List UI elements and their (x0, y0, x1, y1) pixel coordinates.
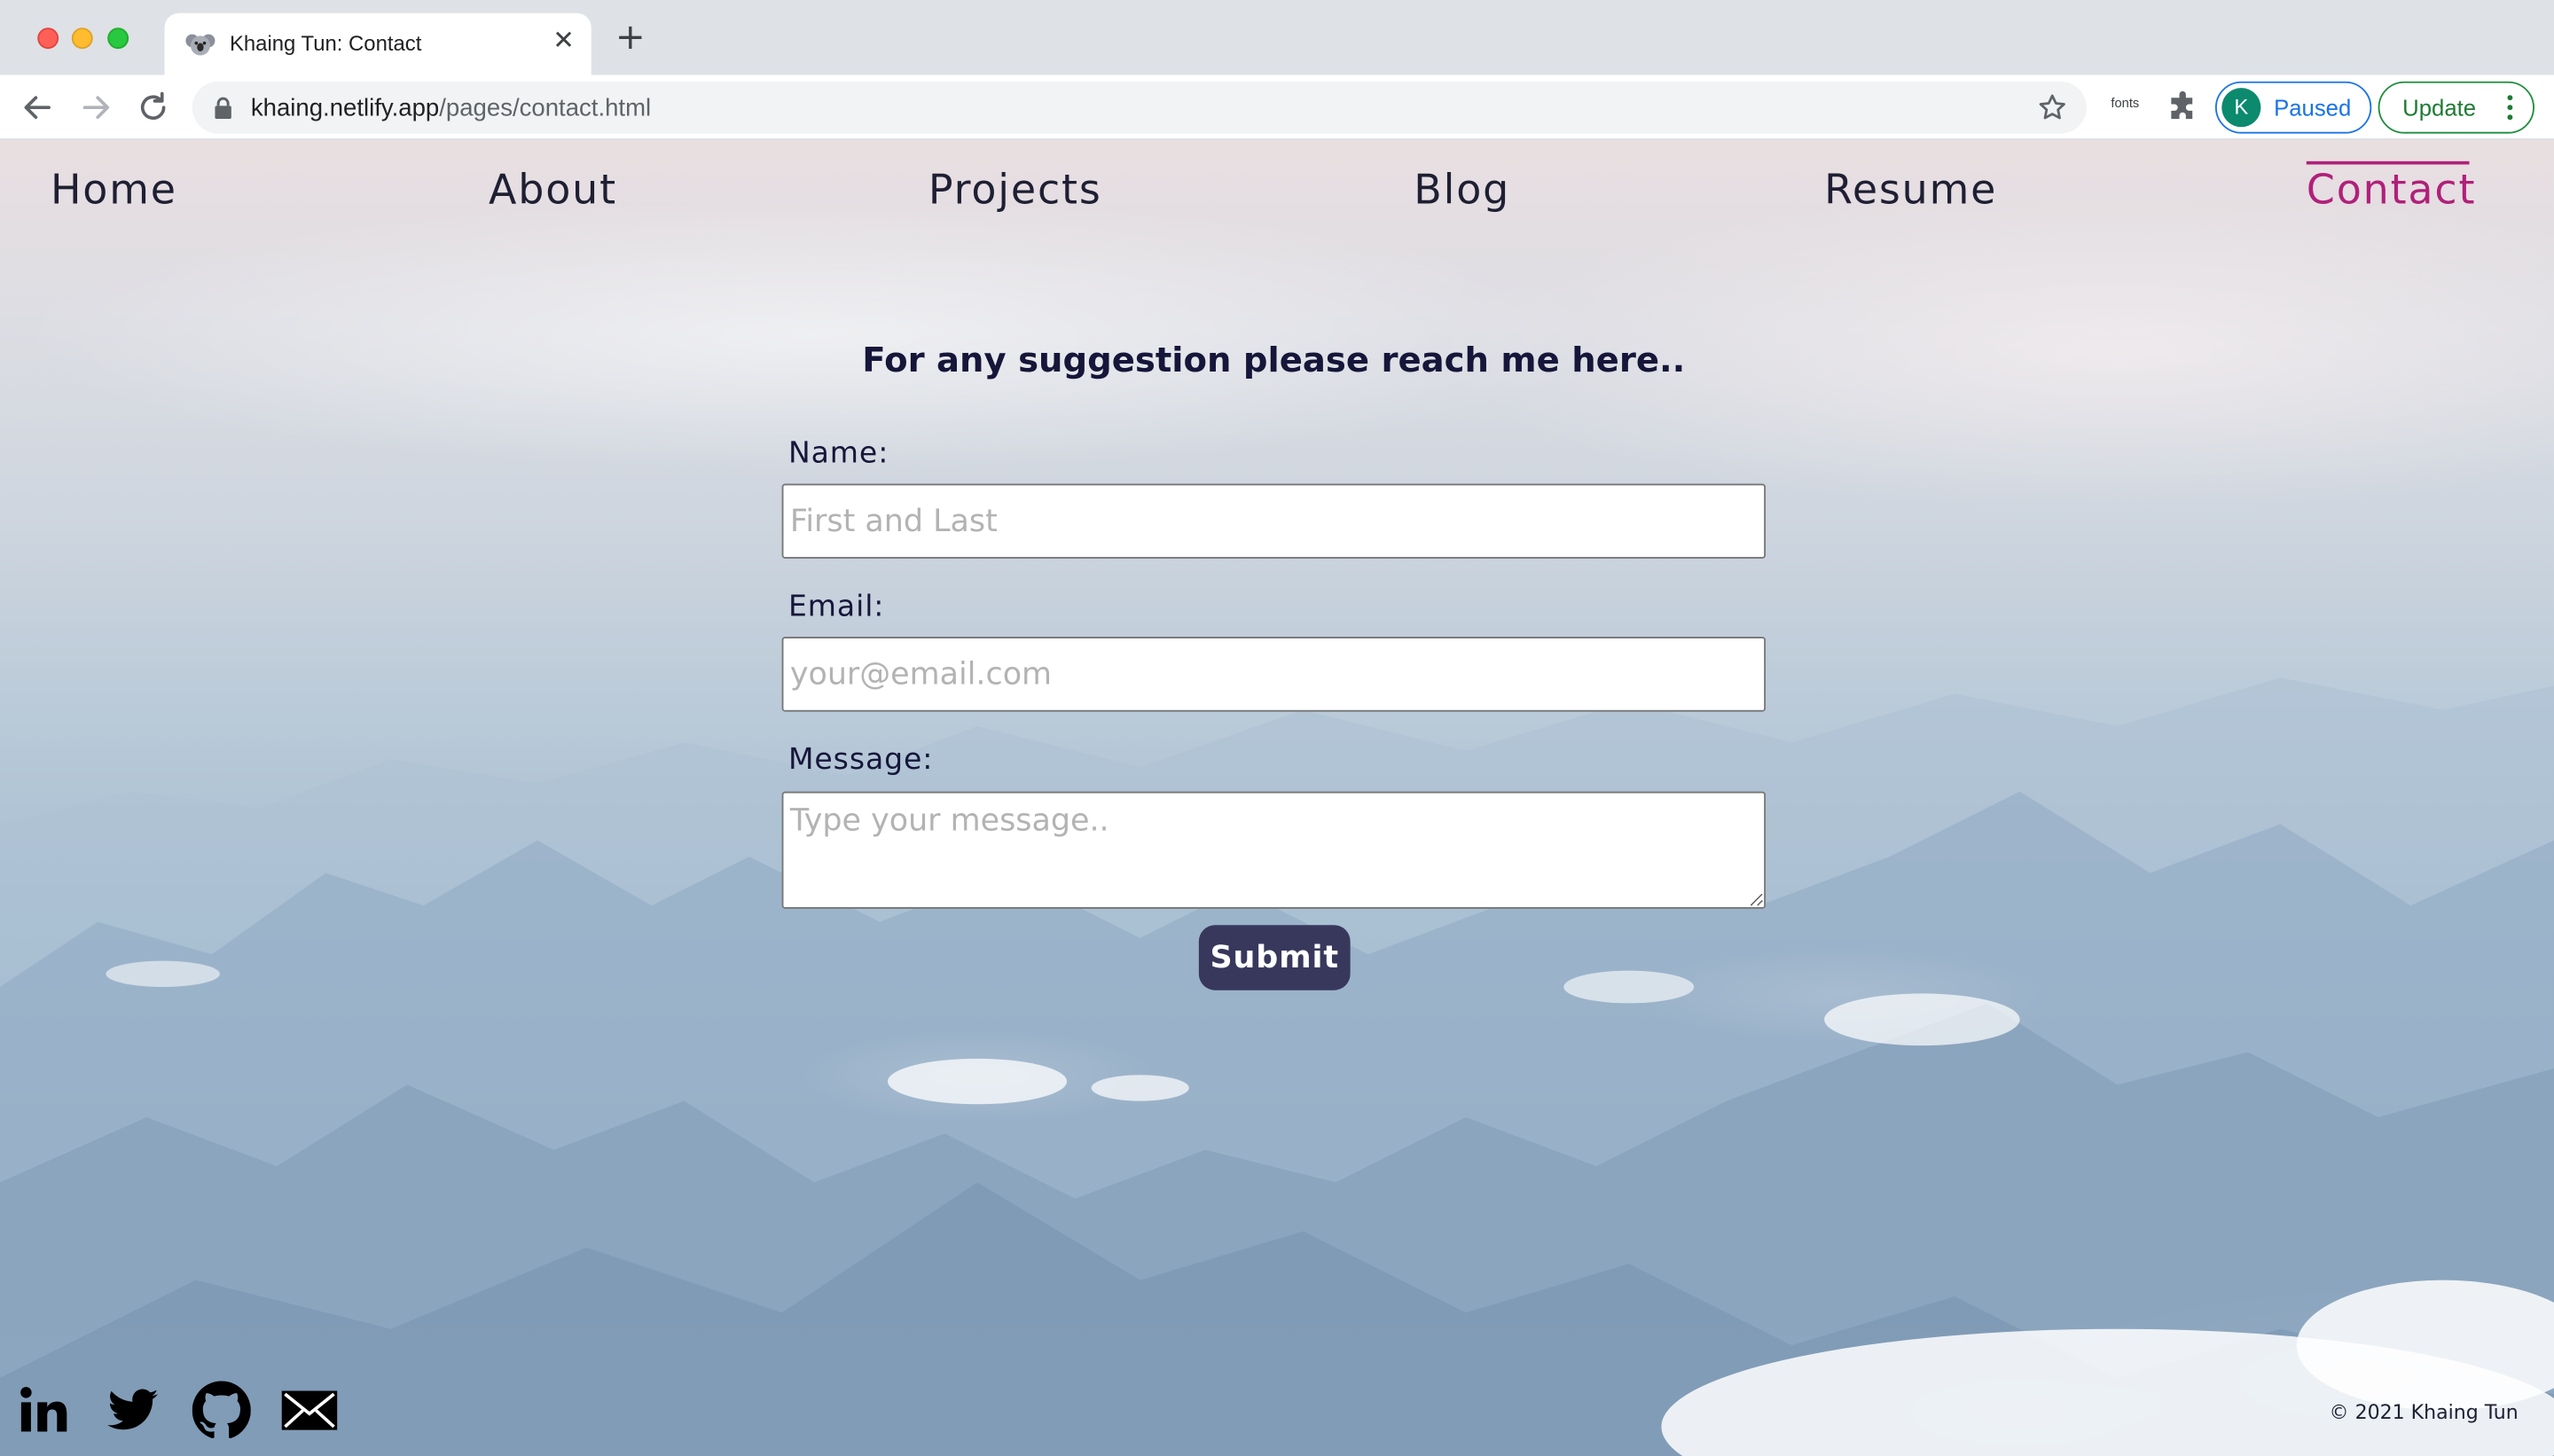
submit-button[interactable]: Submit (1198, 925, 1351, 990)
message-label: Message: (787, 742, 934, 778)
update-button[interactable]: Update (2378, 81, 2534, 134)
name-label: Name: (787, 436, 889, 471)
more-menu-icon[interactable] (2507, 93, 2513, 122)
url-path: /pages/contact.html (439, 94, 652, 122)
fonts-extension-button[interactable]: fonts (2111, 96, 2139, 111)
new-tab-button[interactable]: + (613, 20, 648, 57)
message-textarea[interactable] (781, 791, 1767, 909)
bookmark-star-icon[interactable] (2038, 93, 2067, 122)
minimize-window-button[interactable] (71, 27, 93, 50)
browser-tab[interactable]: Khaing Tun: Contact ✕ (164, 12, 591, 75)
email-input[interactable] (781, 637, 1767, 712)
browser-toolbar: khaing.netlify.app/pages/contact.html fo… (0, 74, 2554, 140)
linkedin-icon[interactable] (20, 1382, 68, 1440)
url-domain: khaing.netlify.app (250, 94, 440, 122)
url-text: khaing.netlify.app/pages/contact.html (251, 95, 651, 122)
nav-home[interactable]: Home (51, 166, 177, 213)
contact-page: Home About Projects Blog Resume Contact … (0, 139, 2554, 1456)
name-input[interactable] (781, 483, 1767, 559)
twitter-icon[interactable] (107, 1382, 160, 1440)
profile-status: Paused (2274, 94, 2352, 121)
address-bar[interactable]: khaing.netlify.app/pages/contact.html (192, 81, 2087, 134)
nav-contact[interactable]: Contact (2307, 166, 2477, 213)
back-arrow-icon[interactable] (18, 88, 57, 127)
tab-title: Khaing Tun: Contact (229, 30, 422, 56)
browser-tab-strip: Khaing Tun: Contact ✕ + (0, 0, 2554, 75)
active-nav-indicator (2306, 160, 2470, 165)
nav-projects[interactable]: Projects (928, 166, 1102, 213)
update-label: Update (2402, 94, 2477, 121)
extensions-puzzle-icon[interactable] (2166, 90, 2199, 124)
copyright-text: © 2021 Khaing Tun (2329, 1400, 2519, 1424)
email-label: Email: (787, 589, 885, 624)
nav-resume[interactable]: Resume (1824, 166, 1997, 213)
profile-button[interactable]: K Paused (2214, 81, 2372, 134)
close-tab-icon[interactable]: ✕ (549, 25, 578, 55)
reload-icon[interactable] (134, 88, 173, 127)
forward-arrow-icon[interactable] (76, 88, 115, 127)
contact-heading: For any suggestion please reach me here.… (862, 340, 1686, 380)
email-icon[interactable] (280, 1382, 339, 1440)
koala-favicon-icon (185, 34, 215, 56)
lock-icon[interactable] (212, 96, 235, 120)
nav-about[interactable]: About (489, 166, 617, 213)
github-icon[interactable] (192, 1381, 251, 1440)
site-nav: Home About Projects Blog Resume Contact (0, 140, 2554, 254)
close-window-button[interactable] (37, 27, 59, 50)
maximize-window-button[interactable] (107, 27, 129, 50)
profile-avatar: K (2221, 88, 2261, 128)
nav-blog[interactable]: Blog (1414, 166, 1510, 213)
